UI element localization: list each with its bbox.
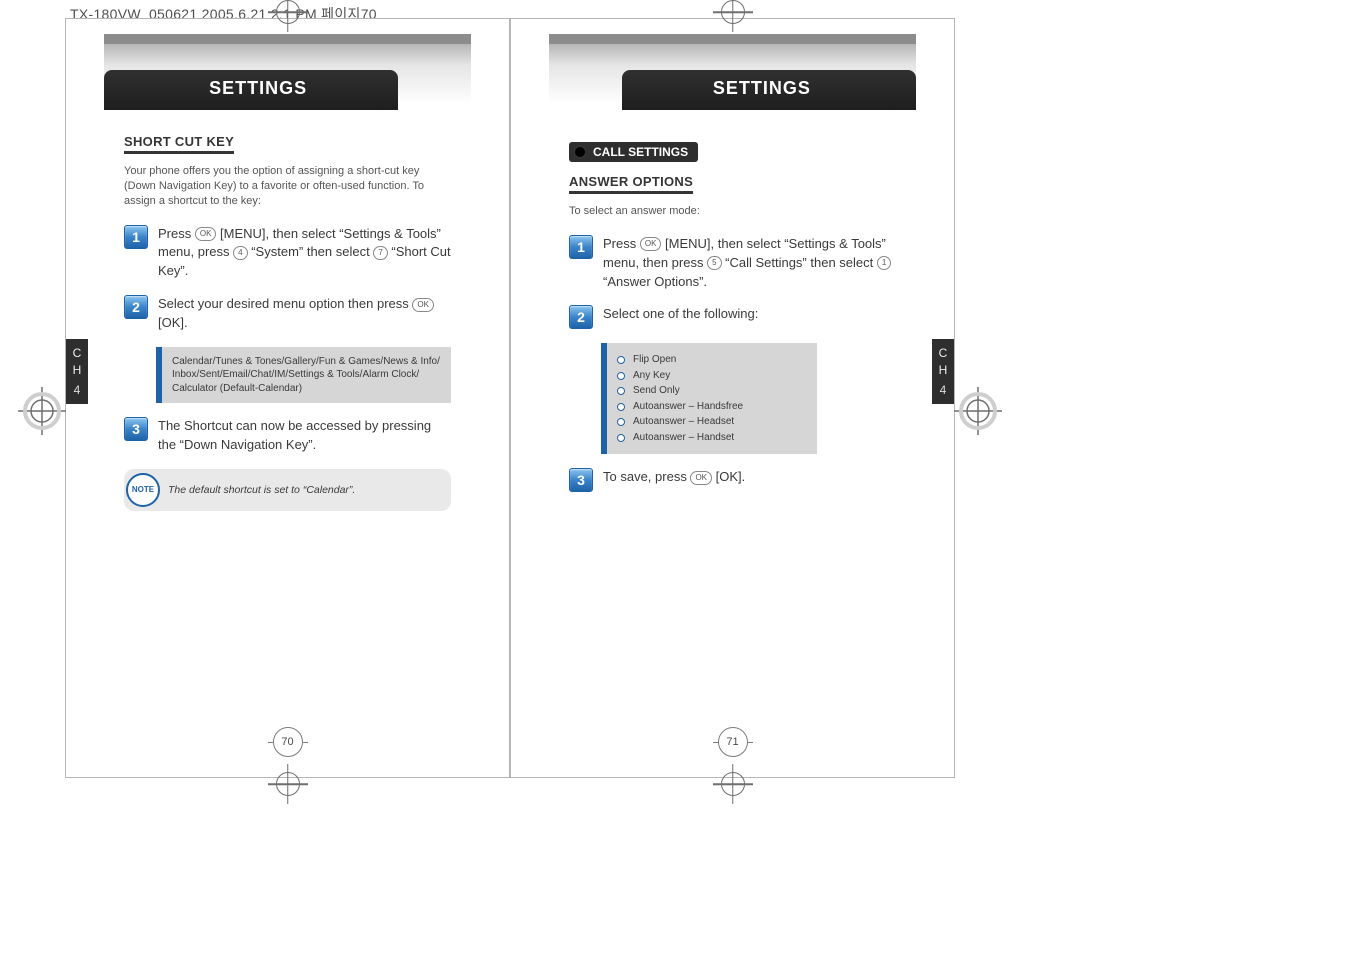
- bullet-icon: [617, 418, 625, 426]
- section-pill: CALL SETTINGS: [569, 142, 698, 162]
- registration-mark-icon: [721, 0, 745, 24]
- key-4-icon: 4: [233, 246, 247, 260]
- step-text: Press OK [MENU], then select “Settings &…: [158, 225, 451, 282]
- bullet-icon: [617, 356, 625, 364]
- step-text: To save, press OK [OK].: [603, 468, 896, 492]
- section-heading: SHORT CUT KEY: [124, 134, 234, 154]
- page-content: CALL SETTINGS ANSWER OPTIONS To select a…: [511, 124, 954, 546]
- registration-mark-icon: [18, 387, 66, 435]
- step-2: 2 Select your desired menu option then p…: [124, 295, 451, 333]
- bullet-icon: [617, 372, 625, 380]
- list-item: Autoanswer – Headset: [617, 415, 807, 429]
- section-intro: To select an answer mode:: [569, 204, 896, 219]
- registration-mark-icon: [954, 387, 1002, 435]
- list-item: Autoanswer – Handset: [617, 431, 807, 445]
- key-7-icon: 7: [373, 246, 387, 260]
- step-3: 3 The Shortcut can now be accessed by pr…: [124, 417, 451, 455]
- page-content: SHORT CUT KEY Your phone offers you the …: [66, 124, 509, 551]
- bullet-icon: [617, 403, 625, 411]
- page-title: SETTINGS: [713, 78, 811, 99]
- step-3: 3 To save, press OK [OK].: [569, 468, 896, 492]
- step-number-badge: 3: [124, 417, 148, 441]
- step-1: 1 Press OK [MENU], then select “Settings…: [124, 225, 451, 282]
- step-number-badge: 2: [124, 295, 148, 319]
- list-item: Send Only: [617, 384, 807, 398]
- chapter-tab: CH 4: [932, 339, 954, 404]
- list-item: Any Key: [617, 369, 807, 383]
- step-1: 1 Press OK [MENU], then select “Settings…: [569, 235, 896, 292]
- ok-key-icon: OK: [412, 298, 434, 312]
- step-text: Select one of the following:: [603, 305, 896, 329]
- page-number: 71: [718, 727, 748, 757]
- bullet-icon: [573, 145, 587, 159]
- page-spread: SETTINGS CH 4 SHORT CUT KEY Your phone o…: [65, 18, 955, 778]
- step-number-badge: 1: [569, 235, 593, 259]
- step-number-badge: 2: [569, 305, 593, 329]
- key-5-icon: 5: [707, 256, 721, 270]
- bullet-icon: [617, 387, 625, 395]
- step-text: Select your desired menu option then pre…: [158, 295, 451, 333]
- ok-key-icon: OK: [690, 471, 712, 485]
- ok-key-icon: OK: [195, 227, 217, 241]
- step-number-badge: 3: [569, 468, 593, 492]
- page-left: SETTINGS CH 4 SHORT CUT KEY Your phone o…: [65, 18, 510, 778]
- page-number: 70: [273, 727, 303, 757]
- options-callout-box: Calendar/Tunes & Tones/Gallery/Fun & Gam…: [156, 347, 451, 404]
- list-item: Autoanswer – Handsfree: [617, 400, 807, 414]
- step-text: The Shortcut can now be accessed by pres…: [158, 417, 451, 455]
- chapter-tab: CH 4: [66, 339, 88, 404]
- page-header-band: SETTINGS: [549, 34, 916, 124]
- page-title: SETTINGS: [209, 78, 307, 99]
- registration-mark-icon: [721, 772, 745, 796]
- registration-mark-icon: [276, 772, 300, 796]
- registration-mark-icon: [276, 0, 300, 24]
- options-callout-box: Flip Open Any Key Send Only Autoanswer –…: [601, 343, 817, 454]
- step-number-badge: 1: [124, 225, 148, 249]
- note-row: NOTE The default shortcut is set to “Cal…: [124, 469, 451, 511]
- step-text: Press OK [MENU], then select “Settings &…: [603, 235, 896, 292]
- note-text: The default shortcut is set to “Calendar…: [168, 484, 355, 496]
- ok-key-icon: OK: [640, 237, 662, 251]
- note-icon: NOTE: [126, 473, 160, 507]
- section-heading: ANSWER OPTIONS: [569, 174, 693, 194]
- page-right: SETTINGS CH 4 CALL SETTINGS ANSWER OPTIO…: [510, 18, 955, 778]
- page-header-band: SETTINGS: [104, 34, 471, 124]
- key-1-icon: 1: [877, 256, 891, 270]
- bullet-icon: [617, 434, 625, 442]
- step-2: 2 Select one of the following:: [569, 305, 896, 329]
- section-intro: Your phone offers you the option of assi…: [124, 164, 451, 209]
- list-item: Flip Open: [617, 353, 807, 367]
